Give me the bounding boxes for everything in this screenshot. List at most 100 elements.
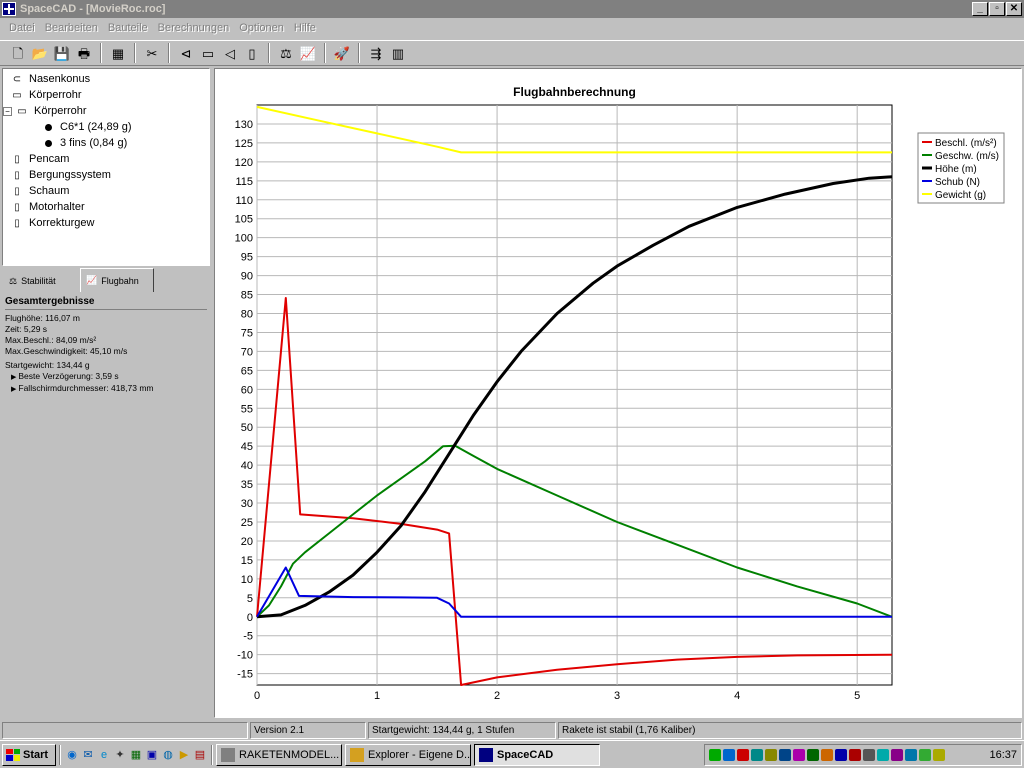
- bodytube-icon[interactable]: ▭: [198, 43, 218, 63]
- cut-icon[interactable]: ✂: [142, 43, 162, 63]
- y-tick-label: 105: [235, 214, 253, 226]
- quicklaunch-icon[interactable]: ✉: [80, 747, 96, 763]
- simulate-icon[interactable]: 🚀: [332, 43, 352, 63]
- tray-icon[interactable]: [709, 749, 721, 761]
- start-button[interactable]: Start: [2, 743, 56, 766]
- result-verzoegerung[interactable]: ▶ Beste Verzögerung: 3,59 s: [5, 371, 207, 383]
- menu-optionen[interactable]: Optionen: [234, 22, 289, 34]
- bullet-icon: [45, 123, 52, 131]
- tray-icon[interactable]: [891, 749, 903, 761]
- result-fallschirm[interactable]: ▶ Fallschirmdurchmesser: 418,73 mm: [5, 383, 207, 395]
- flightpath-icon[interactable]: 📈: [298, 43, 318, 63]
- folder-icon: [350, 747, 364, 762]
- inner-part-icon[interactable]: ▯: [242, 43, 262, 63]
- result-startgewicht: Startgewicht: 134,44 g: [5, 360, 90, 370]
- save-icon[interactable]: 💾: [52, 43, 72, 63]
- tray-icon[interactable]: [905, 749, 917, 761]
- toolbar-separator: [168, 43, 170, 63]
- clock[interactable]: 16:37: [989, 749, 1017, 761]
- tree-item[interactable]: ▯ Schaum: [9, 183, 69, 199]
- y-tick-label: 10: [241, 574, 253, 586]
- task-raketenmodel[interactable]: RAKETENMODEL...: [216, 743, 342, 766]
- menu-bauteile[interactable]: Bauteile: [103, 22, 153, 34]
- tray-icon[interactable]: [779, 749, 791, 761]
- quicklaunch-icon[interactable]: ◉: [64, 747, 80, 763]
- tray-icon[interactable]: [877, 749, 889, 761]
- tray-icon[interactable]: [737, 749, 749, 761]
- menu-berechnungen[interactable]: Berechnungen: [153, 22, 235, 34]
- tab-flugbahn-label: Flugbahn: [101, 275, 139, 286]
- tray-icon[interactable]: [751, 749, 763, 761]
- menu-hilfe[interactable]: Hilfe: [289, 22, 321, 34]
- tray-icon[interactable]: [933, 749, 945, 761]
- tray-icon[interactable]: [835, 749, 847, 761]
- quicklaunch-icon[interactable]: ◍: [160, 747, 176, 763]
- stability-icon[interactable]: ⚖: [276, 43, 296, 63]
- windows-logo-icon: [6, 748, 20, 761]
- transition-icon[interactable]: ◁: [220, 43, 240, 63]
- quicklaunch-icon[interactable]: ▣: [144, 747, 160, 763]
- quicklaunch-icon[interactable]: ▤: [192, 747, 208, 763]
- tray-icon[interactable]: [793, 749, 805, 761]
- task-label: SpaceCAD: [497, 748, 554, 761]
- tray-icon[interactable]: [807, 749, 819, 761]
- close-button[interactable]: ✕: [1006, 2, 1022, 16]
- nosecone-icon[interactable]: ⊲: [176, 43, 196, 63]
- tray-icon[interactable]: [863, 749, 875, 761]
- tree-item[interactable]: ▯ Korrekturgew: [9, 215, 94, 231]
- layout-icon[interactable]: ▥: [388, 43, 408, 63]
- tab-flugbahn[interactable]: 📈 Flugbahn: [80, 268, 154, 292]
- tree-item[interactable]: ▯ Pencam: [9, 151, 69, 167]
- component-tree[interactable]: ⊂ Nasenkonus ▭ Körperrohr − ▭ Körperrohr C6*1 (…: [2, 68, 210, 266]
- print-icon[interactable]: 🖶: [74, 43, 94, 63]
- y-tick-label: 115: [235, 176, 253, 188]
- stability-icon: ⚖: [9, 275, 18, 286]
- tray-icon[interactable]: [723, 749, 735, 761]
- y-tick-label: 110: [235, 195, 253, 207]
- tree-item[interactable]: − ▭ Körperrohr: [3, 103, 87, 119]
- task-spacecad[interactable]: SpaceCAD: [474, 743, 600, 766]
- new-icon[interactable]: 🗋: [8, 43, 28, 63]
- tab-stabilitaet[interactable]: ⚖ Stabilität: [4, 270, 76, 292]
- task-label: Explorer - Eigene D...: [368, 748, 471, 761]
- menu-datei[interactable]: Datei: [4, 22, 40, 34]
- tree-item[interactable]: ⊂ Nasenkonus: [9, 71, 90, 87]
- legend-label: Schub (N): [935, 177, 980, 188]
- tree-item[interactable]: C6*1 (24,89 g): [41, 119, 132, 135]
- y-tick-label: 65: [241, 365, 253, 377]
- menu-bearbeiten[interactable]: Bearbeiten: [40, 22, 103, 34]
- maximize-button[interactable]: ▫: [989, 2, 1005, 16]
- status-bar: Version 2.1 Startgewicht: 134,44 g, 1 St…: [0, 720, 1024, 740]
- quicklaunch-icon[interactable]: e: [96, 747, 112, 763]
- task-explorer[interactable]: Explorer - Eigene D...: [345, 743, 471, 766]
- bullet-icon: [45, 139, 52, 147]
- expand-triangle-icon: ▶: [11, 374, 17, 381]
- tree-item[interactable]: ▯ Bergungssystem: [9, 167, 111, 183]
- quicklaunch-icon[interactable]: ▶: [176, 747, 192, 763]
- result-zeit: Zeit: 5,29 s: [5, 324, 48, 334]
- tray-icon[interactable]: [765, 749, 777, 761]
- app-icon[interactable]: [2, 2, 16, 16]
- y-tick-label: 45: [241, 441, 253, 453]
- tree-item[interactable]: 3 fins (0,84 g): [41, 135, 127, 151]
- y-tick-label: 30: [241, 498, 253, 510]
- export-icon[interactable]: ⇶: [366, 43, 386, 63]
- collapse-icon[interactable]: −: [3, 106, 12, 116]
- tree-item[interactable]: ▭ Körperrohr: [9, 87, 81, 103]
- quicklaunch-icon[interactable]: ▦: [128, 747, 144, 763]
- system-tray: 16:37: [704, 744, 1022, 766]
- tray-icon[interactable]: [919, 749, 931, 761]
- open-icon[interactable]: 📂: [30, 43, 50, 63]
- status-startweight: Startgewicht: 134,44 g, 1 Stufen: [368, 722, 556, 739]
- y-tick-label: 75: [241, 327, 253, 339]
- tray-icon[interactable]: [821, 749, 833, 761]
- tray-icon[interactable]: [849, 749, 861, 761]
- minimize-button[interactable]: _: [972, 2, 988, 16]
- tree-item-label: Motorhalter: [29, 201, 85, 213]
- tree-item-label: Schaum: [29, 185, 70, 197]
- toolbar-separator: [268, 43, 270, 63]
- tree-item[interactable]: ▯ Motorhalter: [9, 199, 85, 215]
- title-bar[interactable]: SpaceCAD - [MovieRoc.roc] _ ▫ ✕: [0, 0, 1024, 18]
- properties-icon[interactable]: ▦: [108, 43, 128, 63]
- quicklaunch-icon[interactable]: ✦: [112, 747, 128, 763]
